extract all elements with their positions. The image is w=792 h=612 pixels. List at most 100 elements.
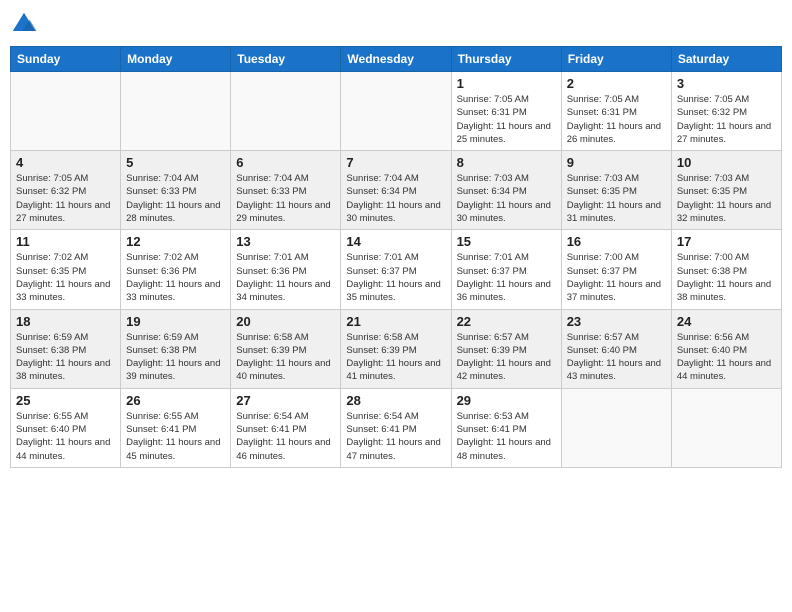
day-number: 16 <box>567 234 666 249</box>
calendar-cell: 27 Sunrise: 6:54 AM Sunset: 6:41 PM Dayli… <box>231 388 341 467</box>
day-number: 14 <box>346 234 445 249</box>
calendar-cell: 7 Sunrise: 7:04 AM Sunset: 6:34 PM Daylig… <box>341 151 451 230</box>
calendar-header-row: SundayMondayTuesdayWednesdayThursdayFrid… <box>11 47 782 72</box>
day-info: Sunrise: 6:58 AM Sunset: 6:39 PM Dayligh… <box>236 331 335 384</box>
day-number: 25 <box>16 393 115 408</box>
day-header-monday: Monday <box>121 47 231 72</box>
calendar-cell: 20Sunrise: 6:58 AM Sunset: 6:39 PM Dayli… <box>231 309 341 388</box>
day-info: Sunrise: 7:05 AM Sunset: 6:31 PM Dayligh… <box>567 93 666 146</box>
day-number: 7 <box>346 155 445 170</box>
calendar-cell: 25 Sunrise: 6:55 AM Sunset: 6:40 PM Dayli… <box>11 388 121 467</box>
day-number: 1 <box>457 76 556 91</box>
day-number: 15 <box>457 234 556 249</box>
calendar-cell: 9 Sunrise: 7:03 AM Sunset: 6:35 PM Daylig… <box>561 151 671 230</box>
day-number: 9 <box>567 155 666 170</box>
calendar-cell <box>561 388 671 467</box>
calendar-cell: 29 Sunrise: 6:53 AM Sunset: 6:41 PM Dayli… <box>451 388 561 467</box>
calendar-cell: 8 Sunrise: 7:03 AM Sunset: 6:34 PM Daylig… <box>451 151 561 230</box>
calendar-week-row: 18 Sunrise: 6:59 AM Sunset: 6:38 PM Dayli… <box>11 309 782 388</box>
calendar-week-row: 11 Sunrise: 7:02 AM Sunset: 6:35 PM Dayli… <box>11 230 782 309</box>
day-info: Sunrise: 6:58 AM Sunset: 6:39 PM Dayligh… <box>346 331 445 384</box>
calendar-cell: 13 Sunrise: 7:01 AM Sunset: 6:36 PM Dayli… <box>231 230 341 309</box>
day-number: 5 <box>126 155 225 170</box>
day-number: 26 <box>126 393 225 408</box>
day-number: 17 <box>677 234 776 249</box>
day-header-friday: Friday <box>561 47 671 72</box>
calendar-cell: 1 Sunrise: 7:05 AM Sunset: 6:31 PM Daylig… <box>451 72 561 151</box>
day-info: Sunrise: 7:02 AM Sunset: 6:35 PM Dayligh… <box>16 251 115 304</box>
day-number: 11 <box>16 234 115 249</box>
calendar-cell <box>121 72 231 151</box>
day-info: Sunrise: 7:00 AM Sunset: 6:38 PM Dayligh… <box>677 251 776 304</box>
day-info: Sunrise: 6:57 AM Sunset: 6:40 PM Dayligh… <box>567 331 666 384</box>
day-info: Sunrise: 6:56 AM Sunset: 6:40 PM Dayligh… <box>677 331 776 384</box>
day-number: 8 <box>457 155 556 170</box>
day-info: Sunrise: 7:01 AM Sunset: 6:36 PM Dayligh… <box>236 251 335 304</box>
day-info: Sunrise: 7:04 AM Sunset: 6:34 PM Dayligh… <box>346 172 445 225</box>
calendar-week-row: 25 Sunrise: 6:55 AM Sunset: 6:40 PM Dayli… <box>11 388 782 467</box>
day-info: Sunrise: 7:00 AM Sunset: 6:37 PM Dayligh… <box>567 251 666 304</box>
day-info: Sunrise: 7:04 AM Sunset: 6:33 PM Dayligh… <box>126 172 225 225</box>
day-number: 10 <box>677 155 776 170</box>
day-number: 24 <box>677 314 776 329</box>
day-number: 23 <box>567 314 666 329</box>
day-number: 28 <box>346 393 445 408</box>
day-header-wednesday: Wednesday <box>341 47 451 72</box>
calendar-cell: 5 Sunrise: 7:04 AM Sunset: 6:33 PM Daylig… <box>121 151 231 230</box>
day-number: 22 <box>457 314 556 329</box>
calendar-week-row: 4 Sunrise: 7:05 AM Sunset: 6:32 PM Daylig… <box>11 151 782 230</box>
day-info: Sunrise: 6:55 AM Sunset: 6:41 PM Dayligh… <box>126 410 225 463</box>
day-info: Sunrise: 6:57 AM Sunset: 6:39 PM Dayligh… <box>457 331 556 384</box>
calendar-cell <box>11 72 121 151</box>
day-number: 13 <box>236 234 335 249</box>
day-info: Sunrise: 7:03 AM Sunset: 6:35 PM Dayligh… <box>567 172 666 225</box>
calendar-cell: 10 Sunrise: 7:03 AM Sunset: 6:35 PM Dayli… <box>671 151 781 230</box>
day-number: 27 <box>236 393 335 408</box>
calendar-cell: 28 Sunrise: 6:54 AM Sunset: 6:41 PM Dayli… <box>341 388 451 467</box>
day-info: Sunrise: 7:05 AM Sunset: 6:32 PM Dayligh… <box>677 93 776 146</box>
day-number: 3 <box>677 76 776 91</box>
day-header-thursday: Thursday <box>451 47 561 72</box>
calendar-cell <box>671 388 781 467</box>
calendar-cell: 3 Sunrise: 7:05 AM Sunset: 6:32 PM Daylig… <box>671 72 781 151</box>
calendar-cell: 14Sunrise: 7:01 AM Sunset: 6:37 PM Dayli… <box>341 230 451 309</box>
day-number: 29 <box>457 393 556 408</box>
day-header-saturday: Saturday <box>671 47 781 72</box>
day-number: 18 <box>16 314 115 329</box>
day-number: 2 <box>567 76 666 91</box>
calendar-cell: 23 Sunrise: 6:57 AM Sunset: 6:40 PM Dayli… <box>561 309 671 388</box>
day-number: 21 <box>346 314 445 329</box>
calendar-cell: 2 Sunrise: 7:05 AM Sunset: 6:31 PM Daylig… <box>561 72 671 151</box>
day-info: Sunrise: 6:54 AM Sunset: 6:41 PM Dayligh… <box>236 410 335 463</box>
day-info: Sunrise: 6:53 AM Sunset: 6:41 PM Dayligh… <box>457 410 556 463</box>
header <box>10 10 782 38</box>
day-info: Sunrise: 6:54 AM Sunset: 6:41 PM Dayligh… <box>346 410 445 463</box>
day-info: Sunrise: 7:04 AM Sunset: 6:33 PM Dayligh… <box>236 172 335 225</box>
calendar-cell: 15 Sunrise: 7:01 AM Sunset: 6:37 PM Dayli… <box>451 230 561 309</box>
day-info: Sunrise: 7:03 AM Sunset: 6:34 PM Dayligh… <box>457 172 556 225</box>
day-info: Sunrise: 6:55 AM Sunset: 6:40 PM Dayligh… <box>16 410 115 463</box>
calendar-cell: 24 Sunrise: 6:56 AM Sunset: 6:40 PM Dayli… <box>671 309 781 388</box>
calendar-cell <box>231 72 341 151</box>
day-number: 6 <box>236 155 335 170</box>
day-header-sunday: Sunday <box>11 47 121 72</box>
calendar-cell: 11 Sunrise: 7:02 AM Sunset: 6:35 PM Dayli… <box>11 230 121 309</box>
day-info: Sunrise: 7:05 AM Sunset: 6:31 PM Dayligh… <box>457 93 556 146</box>
calendar-cell <box>341 72 451 151</box>
day-header-tuesday: Tuesday <box>231 47 341 72</box>
day-info: Sunrise: 6:59 AM Sunset: 6:38 PM Dayligh… <box>16 331 115 384</box>
day-info: Sunrise: 7:05 AM Sunset: 6:32 PM Dayligh… <box>16 172 115 225</box>
logo <box>10 10 42 38</box>
calendar-week-row: 1 Sunrise: 7:05 AM Sunset: 6:31 PM Daylig… <box>11 72 782 151</box>
calendar-cell: 22 Sunrise: 6:57 AM Sunset: 6:39 PM Dayli… <box>451 309 561 388</box>
day-info: Sunrise: 7:01 AM Sunset: 6:37 PM Dayligh… <box>457 251 556 304</box>
day-info: Sunrise: 7:03 AM Sunset: 6:35 PM Dayligh… <box>677 172 776 225</box>
calendar-cell: 16 Sunrise: 7:00 AM Sunset: 6:37 PM Dayli… <box>561 230 671 309</box>
calendar-cell: 19Sunrise: 6:59 AM Sunset: 6:38 PM Dayli… <box>121 309 231 388</box>
day-number: 4 <box>16 155 115 170</box>
day-info: Sunrise: 7:02 AM Sunset: 6:36 PM Dayligh… <box>126 251 225 304</box>
calendar-cell: 12Sunrise: 7:02 AM Sunset: 6:36 PM Dayli… <box>121 230 231 309</box>
calendar-cell: 17 Sunrise: 7:00 AM Sunset: 6:38 PM Dayli… <box>671 230 781 309</box>
calendar-cell: 21 Sunrise: 6:58 AM Sunset: 6:39 PM Dayli… <box>341 309 451 388</box>
calendar-table: SundayMondayTuesdayWednesdayThursdayFrid… <box>10 46 782 468</box>
